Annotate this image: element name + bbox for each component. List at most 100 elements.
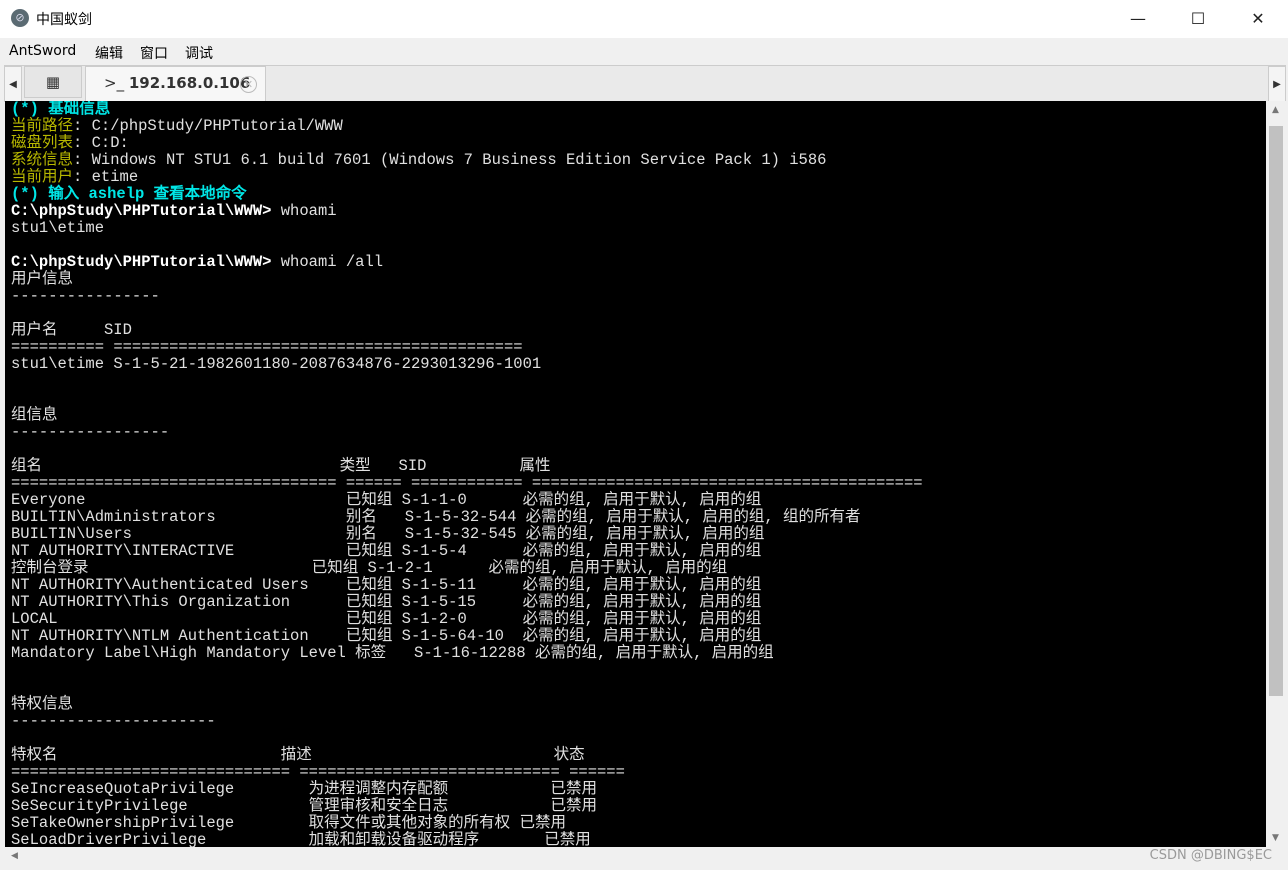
antsword-logo-icon: ⊘ (11, 9, 29, 27)
vertical-scrollbar[interactable]: ▲ ▼ (1266, 101, 1286, 847)
close-button[interactable]: ✕ (1228, 0, 1288, 38)
terminal-icon: >_ (104, 74, 129, 92)
terminal-line: NT AUTHORITY\INTERACTIVE 已知组 S-1-5-4 必需的… (11, 543, 761, 560)
terminal-line: SeIncreaseQuotaPrivilege 为进程调整内存配额 已禁用 (11, 781, 597, 798)
terminal-line: 控制台登录 已知组 S-1-2-1 必需的组, 启用于默认, 启用的组 (11, 560, 727, 577)
terminal-line: C:\phpStudy\PHPTutorial\WWW> whoami /all (11, 254, 383, 271)
tab-bar: ◀ ▦ >_ 192.168.0.106 ✕ ▶ (4, 65, 1286, 102)
menu-debug[interactable]: 调试 (185, 43, 213, 63)
terminal-text: BUILTIN\Users 别名 S-1-5-32-545 必需的组, 启用于默… (11, 525, 765, 543)
terminal-line: NT AUTHORITY\Authenticated Users 已知组 S-1… (11, 577, 761, 594)
terminal-text: 组信息 (11, 406, 58, 424)
terminal-text: 特权名 描述 状态 (11, 746, 585, 764)
menu-bar: AntSword 编辑 窗口 调试 (0, 38, 1288, 64)
maximize-button[interactable]: ☐ (1168, 0, 1228, 38)
terminal-text: Mandatory Label\High Mandatory Level 标签 … (11, 644, 774, 662)
window-title: 中国蚁剑 (36, 12, 92, 28)
terminal-text: C:\phpStudy\PHPTutorial\WWW> (11, 202, 281, 220)
terminal-line: 磁盘列表: C:D: (11, 135, 129, 152)
terminal-line: SeLoadDriverPrivilege 加载和卸载设备驱动程序 已禁用 (11, 831, 591, 848)
terminal-line: 用户名 SID (11, 322, 132, 339)
tab-scroll-left-button[interactable]: ◀ (4, 66, 22, 102)
terminal-text: NT AUTHORITY\NTLM Authentication 已知组 S-1… (11, 627, 762, 645)
terminal-text: =================================== ====… (11, 474, 923, 492)
terminal-text: whoami /all (280, 253, 384, 271)
grid-icon: ▦ (45, 73, 61, 91)
scroll-down-icon[interactable]: ▼ (1272, 833, 1279, 843)
title-bar: ⊘ 中国蚁剑 — ☐ ✕ (0, 0, 1288, 38)
terminal-line: SeTakeOwnershipPrivilege 取得文件或其他对象的所有权 已… (11, 815, 566, 832)
terminal-line: NT AUTHORITY\This Organization 已知组 S-1-5… (11, 594, 761, 611)
menu-antsword[interactable]: AntSword (9, 43, 76, 59)
tab-close-icon[interactable]: ✕ (240, 76, 257, 93)
terminal-text: SeTakeOwnershipPrivilege 取得文件或其他对象的所有权 已… (11, 814, 566, 832)
terminal-line: C:\phpStudy\PHPTutorial\WWW> whoami (11, 203, 337, 220)
terminal-line: 特权名 描述 状态 (11, 747, 585, 764)
terminal-line: ----------------- (11, 424, 169, 441)
terminal-text: ---------------- (11, 287, 160, 305)
terminal-text: BUILTIN\Administrators 别名 S-1-5-32-544 必… (11, 508, 861, 526)
terminal-line: ========== =============================… (11, 339, 523, 356)
menu-edit[interactable]: 编辑 (95, 43, 123, 63)
horizontal-scrollbar[interactable]: ◀ (5, 847, 1266, 867)
terminal-text: 当前用户 (11, 168, 74, 186)
terminal-output[interactable]: (*) 基础信息 当前路径: C:/phpStudy/PHPTutorial/WW… (5, 101, 1266, 847)
terminal-text: 控制台登录 已知组 S-1-2-1 必需的组, 启用于默认, 启用的组 (11, 559, 728, 577)
tab-home[interactable]: ▦ (24, 66, 82, 98)
terminal-line: ---------------- (11, 288, 160, 305)
terminal-line: 当前用户: etime (11, 169, 138, 186)
terminal-line: 用户信息 (11, 271, 73, 288)
terminal-line: 当前路径: C:/phpStudy/PHPTutorial/WWW (11, 118, 343, 135)
minimize-button[interactable]: — (1108, 0, 1168, 38)
terminal-line: =================================== ====… (11, 475, 923, 492)
terminal-text: SeSecurityPrivilege 管理审核和安全日志 已禁用 (11, 797, 597, 815)
terminal-text: NT AUTHORITY\INTERACTIVE 已知组 S-1-5-4 必需的… (11, 542, 762, 560)
terminal-line: 特权信息 (11, 696, 73, 713)
terminal-text: 当前路径 (11, 117, 74, 135)
terminal-line: ---------------------- (11, 713, 216, 730)
terminal-line: Everyone 已知组 S-1-1-0 必需的组, 启用于默认, 启用的组 (11, 492, 761, 509)
tab-label: 192.168.0.106 (128, 74, 251, 92)
terminal-text: SeLoadDriverPrivilege 加载和卸载设备驱动程序 已禁用 (11, 831, 591, 848)
terminal-text: (*) 输入 ashelp 查看本地命令 (11, 185, 247, 203)
terminal-line: NT AUTHORITY\NTLM Authentication 已知组 S-1… (11, 628, 761, 645)
terminal-text: : Windows NT STU1 6.1 build 7601 (Window… (73, 151, 827, 169)
terminal-line: 组名 类型 SID 属性 (11, 458, 550, 475)
terminal-line: (*) 输入 ashelp 查看本地命令 (11, 186, 247, 203)
terminal-text: stu1\etime S-1-5-21-1982601180-208763487… (11, 355, 542, 373)
terminal-text: 组名 类型 SID 属性 (11, 457, 551, 475)
terminal-line: BUILTIN\Users 别名 S-1-5-32-545 必需的组, 启用于默… (11, 526, 764, 543)
terminal-text: : C:D: (73, 134, 129, 152)
terminal-text: 特权信息 (11, 695, 74, 713)
vertical-scroll-thumb[interactable] (1269, 126, 1283, 696)
terminal-text: LOCAL 已知组 S-1-2-0 必需的组, 启用于默认, 启用的组 (11, 610, 762, 628)
terminal-line: (*) 基础信息 (11, 101, 110, 118)
tab-terminal[interactable]: >_ 192.168.0.106 ✕ (85, 66, 266, 102)
terminal-text: NT AUTHORITY\Authenticated Users 已知组 S-1… (11, 576, 762, 594)
terminal-line: 系统信息: Windows NT STU1 6.1 build 7601 (Wi… (11, 152, 826, 169)
terminal-text: : C:/phpStudy/PHPTutorial/WWW (73, 117, 343, 135)
terminal-line: Mandatory Label\High Mandatory Level 标签 … (11, 645, 774, 662)
terminal-text: C:\phpStudy\PHPTutorial\WWW> (11, 253, 281, 271)
terminal-text: ============================== =========… (11, 763, 625, 781)
terminal-text: stu1\etime (11, 219, 105, 237)
terminal-line: ============================== =========… (11, 764, 625, 781)
terminal-line: 组信息 (11, 407, 58, 424)
terminal-text: 磁盘列表 (11, 134, 74, 152)
terminal-text: ----------------- (11, 423, 170, 441)
terminal-line: SeSecurityPrivilege 管理审核和安全日志 已禁用 (11, 798, 597, 815)
tab-scroll-right-button[interactable]: ▶ (1268, 66, 1286, 102)
terminal-text: 用户名 SID (11, 321, 132, 339)
terminal-text: whoami (280, 202, 337, 220)
terminal-text: : etime (73, 168, 139, 186)
terminal-line: BUILTIN\Administrators 别名 S-1-5-32-544 必… (11, 509, 861, 526)
watermark: CSDN @DBING$EC (1149, 848, 1272, 863)
terminal-text: NT AUTHORITY\This Organization 已知组 S-1-5… (11, 593, 762, 611)
scroll-left-icon[interactable]: ◀ (11, 851, 18, 861)
scroll-up-icon[interactable]: ▲ (1272, 105, 1279, 115)
terminal-text: ========== =============================… (11, 338, 523, 356)
terminal-text: (*) 基础信息 (11, 101, 111, 118)
menu-window[interactable]: 窗口 (140, 43, 168, 63)
terminal-line: stu1\etime S-1-5-21-1982601180-208763487… (11, 356, 541, 373)
terminal-text: SeIncreaseQuotaPrivilege 为进程调整内存配额 已禁用 (11, 780, 597, 798)
